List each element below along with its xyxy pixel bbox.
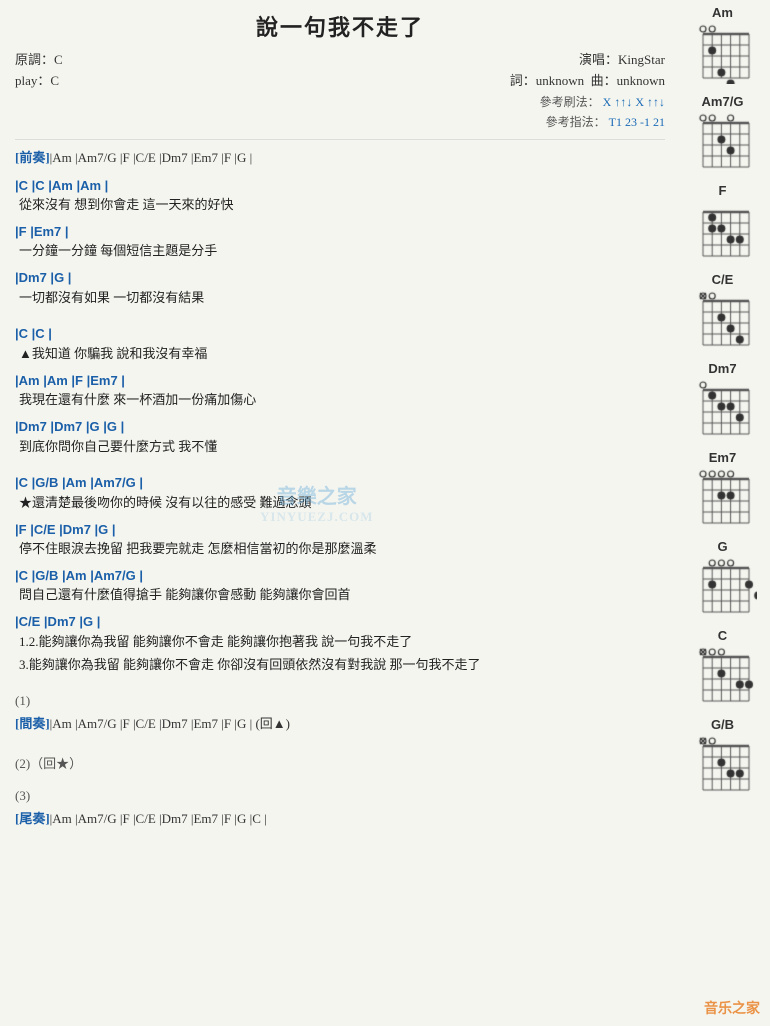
play-label: play： [15, 73, 50, 88]
chord-Am7-G: Am7/G [682, 94, 764, 169]
chord-sidebar: Am Am7/G F C/E Dm7 Em7 G C G/B [680, 0, 770, 1026]
chord-name-Dm7: Dm7 [708, 361, 736, 376]
composer-label: 曲： [591, 73, 617, 88]
section-25: [間奏]|Am |Am7/G |F |C/E |Dm7 |Em7 |F |G |… [15, 712, 665, 735]
ref-strum-line: 參考刷法： X ↑↑↓ X ↑↑↓ [540, 95, 665, 109]
chord-G-B: G/B [682, 717, 764, 792]
section-15: |C |G/B |Am |Am7/G | [15, 473, 665, 493]
bottom-logo: 音乐之家 [704, 998, 760, 1018]
section-13: 到底你問你自己要什麼方式 我不懂 [15, 437, 665, 458]
chord-G: G [682, 539, 764, 614]
section-26 [15, 739, 665, 747]
section-28 [15, 774, 665, 782]
ref-finger-link[interactable]: T1 23 -1 21 [609, 115, 665, 129]
section-4: 一分鐘一分鐘 每個短信主題是分手 [15, 241, 665, 262]
section-21: |C/E |Dm7 |G | [15, 612, 665, 632]
chord-name-C-E: C/E [712, 272, 734, 287]
divider-top [15, 139, 665, 140]
chord-name-F: F [719, 183, 727, 198]
meta-right: 演唱：KingStar 詞：unknown 曲：unknown 參考刷法： X … [510, 50, 665, 133]
chord-Em7: Em7 [682, 450, 764, 525]
section-14 [15, 459, 665, 467]
section-0: [前奏]|Am |Am7/G |F |C/E |Dm7 |Em7 |F |G | [15, 146, 665, 169]
lyricist: unknown [536, 73, 584, 88]
chord-name-Em7: Em7 [709, 450, 736, 465]
composer: unknown [617, 73, 665, 88]
chord-name-C: C [718, 628, 727, 643]
original-key: C [54, 52, 63, 67]
section-17: |F |C/E |Dm7 |G | [15, 520, 665, 540]
section-11: 我現在還有什麼 來一杯酒加一份痛加傷心 [15, 390, 665, 411]
ref-finger-line: 參考指法： T1 23 -1 21 [546, 115, 665, 129]
section-6: 一切都沒有如果 一切都沒有結果 [15, 288, 665, 309]
section-19: |C |G/B |Am |Am7/G | [15, 566, 665, 586]
singer-label: 演唱： [579, 52, 618, 67]
section-24: (1) [15, 693, 665, 709]
sections-container: [前奏]|Am |Am7/G |F |C/E |Dm7 |Em7 |F |G |… [15, 146, 665, 830]
section-10: |Am |Am |F |Em7 | [15, 371, 665, 391]
play-key: C [50, 73, 59, 88]
lyricist-label: 詞： [510, 73, 536, 88]
section-8: |C |C | [15, 324, 665, 344]
chord-name-Am: Am [712, 5, 733, 20]
original-key-label: 原調： [15, 52, 54, 67]
section-27: (2)（回★） [15, 753, 665, 772]
section-1: |C |C |Am |Am | [15, 176, 665, 196]
chord-name-G: G [717, 539, 727, 554]
section-18: 停不住眼淚去挽留 把我要完就走 怎麼相信當初的你是那麼溫柔 [15, 539, 665, 560]
song-title: 說一句我不走了 [15, 10, 665, 42]
ref-strum-link[interactable]: X ↑↑↓ X ↑↑↓ [603, 95, 665, 109]
meta-left: 原調：C play：C [15, 50, 63, 92]
section-16: ★還清楚最後吻你的時候 沒有以往的感受 難過念頭 [15, 493, 665, 514]
section-5: |Dm7 |G | [15, 268, 665, 288]
section-22: 1.2.能夠讓你為我留 能夠讓你不會走 能夠讓你抱著我 說一句我不走了 3.能夠… [15, 632, 665, 676]
chord-Am: Am [682, 5, 764, 80]
section-29: (3) [15, 788, 665, 804]
chord-C: C [682, 628, 764, 703]
chord-Dm7: Dm7 [682, 361, 764, 436]
section-30: [尾奏]|Am |Am7/G |F |C/E |Dm7 |Em7 |F |G |… [15, 807, 665, 830]
section-3: |F |Em7 | [15, 222, 665, 242]
chord-name-G-B: G/B [711, 717, 734, 732]
section-23 [15, 679, 665, 687]
section-12: |Dm7 |Dm7 |G |G | [15, 417, 665, 437]
section-7 [15, 310, 665, 318]
singer: KingStar [618, 52, 665, 67]
section-20: 問自己還有什麼值得搶手 能夠讓你會感動 能夠讓你會回首 [15, 585, 665, 606]
chord-C-E: C/E [682, 272, 764, 347]
section-9: ▲我知道 你騙我 說和我沒有幸福 [15, 344, 665, 365]
chord-name-Am7-G: Am7/G [702, 94, 744, 109]
chord-F: F [682, 183, 764, 258]
section-2: 從來沒有 想到你會走 這一天來的好快 [15, 195, 665, 216]
